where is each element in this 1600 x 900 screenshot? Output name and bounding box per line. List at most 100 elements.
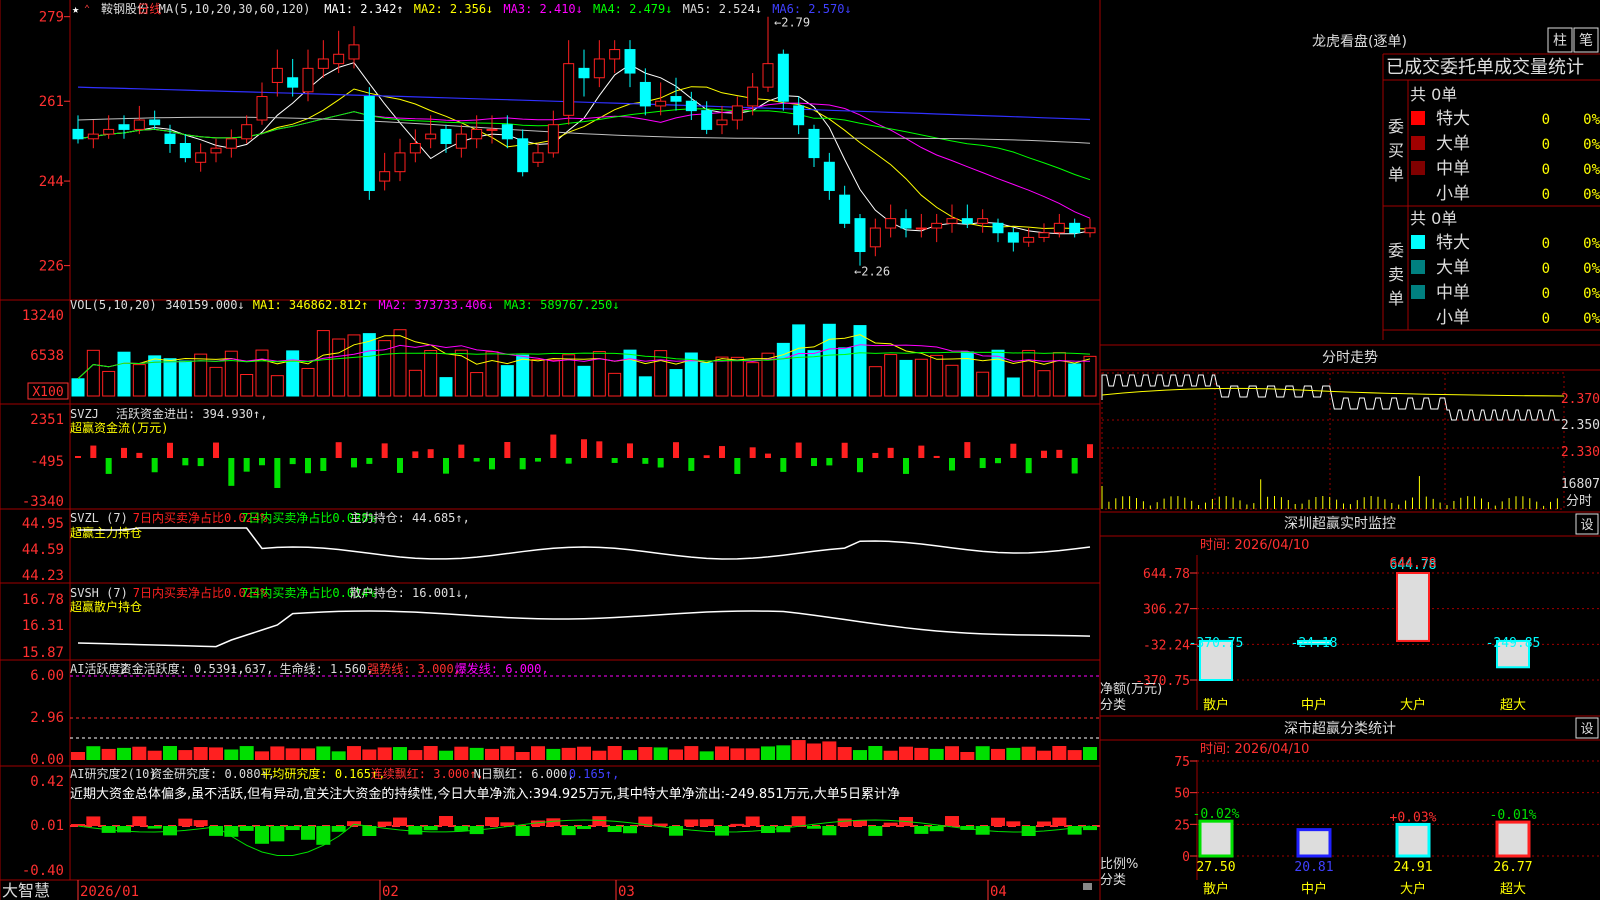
volume-bar (715, 356, 729, 397)
retail-holding-line (77, 610, 1091, 648)
monitor-max-label: 644.78 (1390, 556, 1437, 571)
research-bar (408, 826, 423, 835)
monitor-category: 中户 (1301, 697, 1327, 713)
research-bar (822, 826, 837, 836)
fund-flow-bar (121, 447, 127, 458)
research-bar (945, 816, 959, 826)
intraday-title: 分时走势 (1322, 350, 1378, 366)
candle (915, 227, 927, 230)
volume-bar (470, 372, 484, 397)
fund-flow-bar (443, 458, 449, 474)
classify-category: 大户 (1400, 881, 1426, 897)
y-tick-svzj: 2351 (30, 412, 64, 428)
candle (87, 133, 99, 140)
fund-flow-bar (903, 458, 909, 474)
y-tick-vol: 13240 (22, 308, 64, 324)
fund-flow-bar (841, 442, 848, 458)
classify-bar (1395, 822, 1431, 858)
svsh-subtitle: 超赢散户持仓 (70, 599, 142, 614)
buy-side-label: 单 (1388, 165, 1404, 184)
y-tick-price: 226 (39, 259, 64, 275)
classify-bar-label: 26.77 (1493, 860, 1532, 875)
candle (716, 119, 728, 126)
ai-active-text-4: 强势线: 3.000, (367, 662, 461, 676)
y-tick-ai: 0.00 (30, 752, 64, 768)
activity-bar (822, 741, 837, 760)
activity-bar (515, 751, 530, 760)
fund-flow-bar (703, 455, 710, 458)
fund-flow-bar (642, 458, 649, 464)
research-bar (699, 819, 714, 826)
candle (302, 67, 314, 93)
candle (1069, 222, 1081, 234)
volume-bar (209, 366, 223, 397)
volume-bar (71, 378, 85, 397)
activity-bar (485, 748, 499, 760)
activity-bar (745, 748, 760, 760)
activity-bar (975, 746, 990, 760)
activity-bar (899, 746, 913, 760)
classify-bar (1198, 819, 1234, 858)
y-tick-ai: 6.00 (30, 668, 64, 684)
volume-bar (746, 362, 760, 397)
monitor-bar-label: -249.85 (1486, 636, 1541, 651)
fund-flow-bar (719, 446, 725, 458)
research-bar (883, 822, 898, 826)
candle (808, 128, 820, 159)
volume-bar (1083, 355, 1097, 397)
monitor-y-tick: 644.78 (1143, 567, 1190, 582)
fund-flow-bar (964, 442, 971, 458)
classify-y-tick: 50 (1174, 787, 1190, 802)
research-bar (1021, 826, 1036, 836)
sell-row-qty: 0 (1542, 286, 1550, 302)
research-bar (439, 816, 453, 826)
classify-y-tick: 75 (1174, 755, 1190, 770)
activity-bar (1083, 747, 1097, 760)
buy-row-pct: 0% (1583, 137, 1600, 153)
sell-row-pct: 0% (1583, 311, 1600, 327)
lock-icon[interactable] (1083, 883, 1092, 890)
research-bar (239, 826, 254, 831)
fund-flow-bar (811, 458, 817, 467)
research-bar (132, 816, 147, 826)
sell-row-label: 特大 (1436, 233, 1470, 253)
fund-flow-bar (673, 442, 679, 458)
ai-active-text-3: 生命线: 1.560, (280, 661, 374, 676)
activity-bar (71, 752, 85, 760)
candle (440, 128, 452, 145)
research-bar (454, 826, 469, 831)
candle (793, 105, 805, 126)
sell-row-pct: 0% (1583, 286, 1600, 302)
fund-flow-bar (688, 458, 695, 471)
candle (1023, 236, 1035, 243)
fund-flow-bar (213, 442, 219, 458)
fund-flow-bar (473, 458, 480, 462)
ai-active-text-1: 资金活跃度: 0.539↑, (120, 661, 245, 676)
research-bar (86, 816, 101, 826)
candle (931, 222, 943, 229)
ma2-value: MA2: 2.356↓ (414, 2, 493, 16)
research-bar (791, 816, 806, 826)
ai-active-text-5: 爆发线: 6.000, (455, 661, 549, 676)
monitor-y-tick: 306.27 (1143, 603, 1190, 618)
y-tick-price: 244 (39, 174, 64, 190)
classify-settings-label: 设 (1580, 722, 1593, 737)
ma-params: MA(5,10,20,30,60,120) (159, 2, 311, 16)
sell-row-qty: 0 (1542, 261, 1550, 277)
view-bar-label: 柱 (1553, 33, 1567, 49)
fund-flow-bar (366, 458, 373, 464)
candle (486, 128, 498, 131)
fund-flow-bar (857, 458, 863, 473)
intraday-price-line (1101, 374, 1560, 421)
candle (854, 218, 866, 253)
activity-bar (1052, 746, 1067, 760)
classify-delta: -0.02% (1193, 807, 1240, 822)
research-bar (853, 820, 867, 826)
monitor-time: 时间: 2026/04/10 (1200, 538, 1309, 553)
candle (777, 53, 789, 102)
volume-bar (255, 349, 269, 397)
main-canvas[interactable]: ★ ⌃ 鞍钢股份日线MA(5,10,20,30,60,120) MA1: 2.342↑… (0, 0, 1600, 900)
volume-bar (776, 342, 790, 397)
candle (1053, 222, 1065, 234)
vol-ma3: MA3: 589767.250↓ (504, 298, 620, 312)
